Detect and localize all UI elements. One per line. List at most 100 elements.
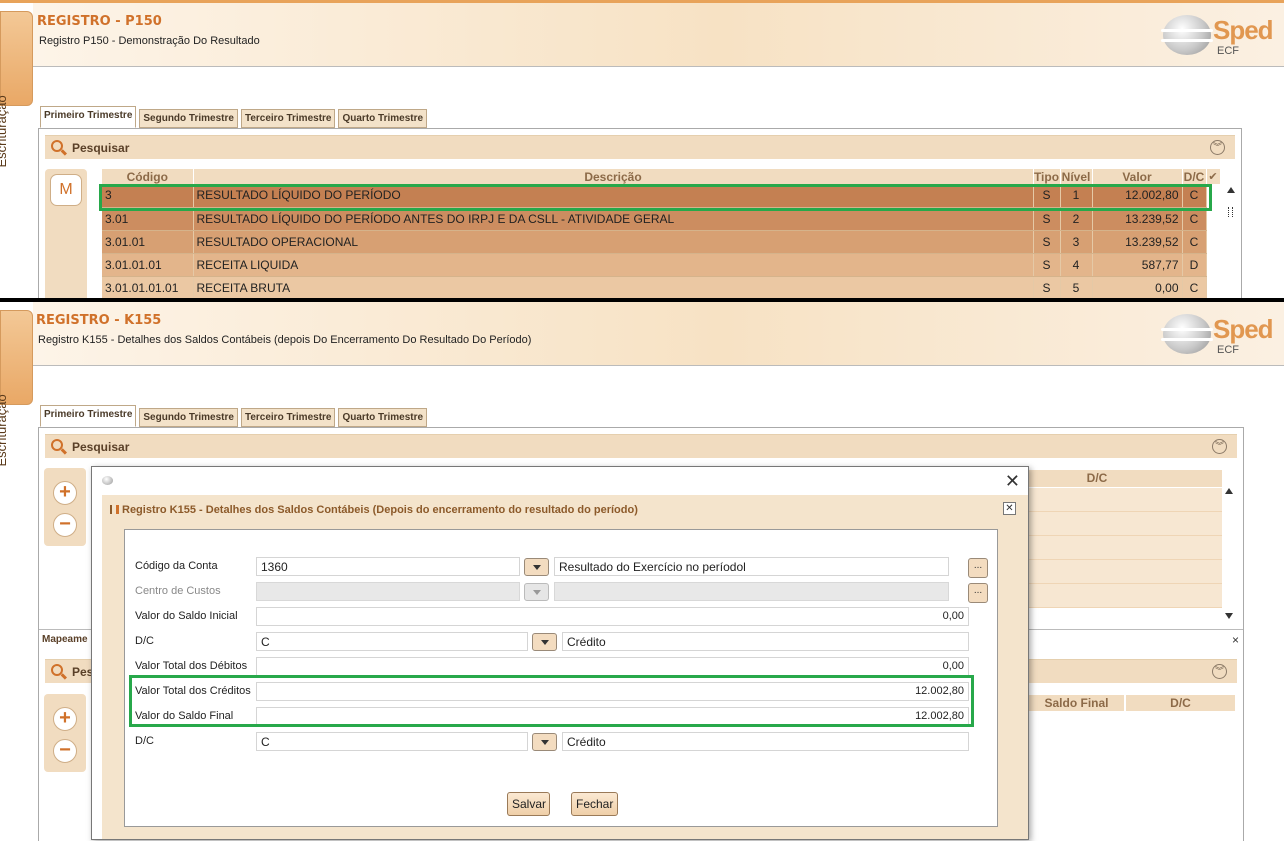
scroll-gutter [1206, 253, 1220, 276]
search-bar[interactable]: Pesquisar ︾ [45, 135, 1235, 159]
col-tipo[interactable]: Tipo [1033, 169, 1061, 184]
sped-globe-icon [1161, 314, 1213, 354]
codigo-conta-lookup-button[interactable]: ... [968, 558, 988, 578]
sped-logo: Sped ECF [1161, 11, 1274, 63]
centro-custos-lookup-button[interactable]: ... [968, 583, 988, 603]
col-dc[interactable]: D/C [1182, 169, 1207, 184]
cell-nivel: 2 [1060, 207, 1093, 231]
total-debitos-input[interactable]: 0,00 [256, 657, 969, 676]
add-icon[interactable]: + [53, 481, 77, 505]
k155-form: Código da Conta 1360 Resultado do Exercí… [124, 529, 998, 827]
m-button[interactable]: M [50, 174, 82, 206]
cell-dc: D [1182, 253, 1207, 277]
scroll-down-icon[interactable] [1225, 613, 1233, 619]
k155-panel: Escrituração REGISTRO - K155 Registro K1… [0, 300, 1284, 841]
centro-custos-input[interactable] [256, 582, 520, 601]
tab-segundo-trimestre[interactable]: Segundo Trimestre [139, 109, 238, 128]
close-icon[interactable]: ✕ [1005, 471, 1020, 492]
tab-quarto-trimestre[interactable]: Quarto Trimestre [338, 408, 428, 427]
logo-word: Sped [1213, 314, 1274, 344]
cell-dc: C [1182, 184, 1207, 208]
dc-final-select[interactable]: C [256, 732, 528, 751]
cell-descricao: RECEITA BRUTA [193, 276, 1034, 298]
chevron-down-icon[interactable]: ︾ [1212, 439, 1227, 454]
search-bar[interactable]: Pesquisar ︾ [45, 434, 1237, 458]
grid-rows-area [1029, 488, 1222, 608]
close-icon[interactable]: ✕ [1003, 502, 1016, 515]
saldo-final-label: Valor do Saldo Final [135, 710, 234, 722]
dc-inicial-dropdown-button[interactable] [532, 633, 557, 651]
chevron-down-icon[interactable]: ︾ [1212, 664, 1227, 679]
scroll-up-icon[interactable] [1227, 187, 1235, 193]
quarter-tabs: Primeiro Trimestre Segundo Trimestre Ter… [40, 106, 430, 128]
cell-nivel: 3 [1060, 230, 1093, 254]
table-row[interactable]: 3.01 RESULTADO LÍQUIDO DO PERÍODO ANTES … [102, 207, 1220, 231]
dc-final-dropdown-button[interactable] [532, 733, 557, 751]
close-icon[interactable]: × [1232, 633, 1239, 647]
table-scrollbar[interactable] [1224, 486, 1234, 621]
grid-toolbar: M [45, 169, 87, 298]
cell-nivel: 4 [1060, 253, 1093, 277]
side-tab-label: Escrituração [0, 394, 9, 467]
page-subtitle: Registro K155 - Detalhes dos Saldos Cont… [38, 334, 532, 346]
col-nivel[interactable]: Nível [1060, 169, 1093, 184]
tab-quarto-trimestre[interactable]: Quarto Trimestre [338, 109, 428, 128]
content-area: Pesquisar ︾ M Código Descrição Tipo Níve… [38, 128, 1242, 298]
save-button[interactable]: Salvar [507, 792, 550, 816]
col-dc[interactable]: D/C [1126, 695, 1235, 711]
codigo-conta-dropdown-button[interactable] [524, 558, 549, 576]
table-row[interactable]: 3.01.01 RESULTADO OPERACIONAL S 3 13.239… [102, 230, 1220, 254]
codigo-conta-input[interactable]: 1360 [256, 557, 520, 576]
col-codigo[interactable]: Código [102, 169, 194, 184]
dialog-title-bar[interactable]: ✕ [92, 467, 1028, 495]
cell-nivel: 1 [1060, 184, 1093, 208]
tab-terceiro-trimestre[interactable]: Terceiro Trimestre [240, 408, 336, 427]
search-icon [51, 439, 63, 451]
dc-inicial-select[interactable]: C [256, 632, 528, 651]
col-saldo-final[interactable]: Saldo Final [1029, 695, 1124, 711]
codigo-conta-label: Código da Conta [135, 560, 218, 572]
search-label: Pesquisar [72, 141, 130, 155]
tab-primeiro-trimestre[interactable]: Primeiro Trimestre [40, 405, 137, 427]
dialog-body: Registro K155 - Detalhes dos Saldos Cont… [102, 495, 1028, 839]
table-row[interactable]: 3.01.01.01.01 RECEITA BRUTA S 5 0,00 C [102, 276, 1220, 298]
centro-custos-description [554, 582, 949, 601]
saldo-inicial-input[interactable]: 0,00 [256, 607, 969, 626]
add-icon[interactable]: + [53, 707, 77, 731]
cell-codigo: 3.01.01 [102, 230, 194, 254]
col-valor[interactable]: Valor [1092, 169, 1183, 184]
dc-inicial-label: D/C [135, 635, 154, 647]
side-tab-label: Escrituração [0, 95, 9, 168]
tab-segundo-trimestre[interactable]: Segundo Trimestre [139, 408, 238, 427]
cell-dc: C [1182, 276, 1207, 298]
total-creditos-input[interactable]: 12.002,80 [256, 682, 969, 701]
logo-word: Sped [1213, 15, 1274, 45]
cell-codigo: 3 [102, 184, 194, 208]
tab-primeiro-trimestre[interactable]: Primeiro Trimestre [40, 106, 137, 128]
chevron-down-icon[interactable]: ︾ [1210, 140, 1225, 155]
table-row[interactable]: 3.01.01.01 RECEITA LIQUIDA S 4 587,77 D [102, 253, 1220, 277]
page-header: REGISTRO - P150 Registro P150 - Demonstr… [33, 3, 1284, 67]
cell-valor: 13.239,52 [1092, 207, 1183, 231]
scroll-gutter [1206, 276, 1220, 298]
centro-custos-dropdown-button[interactable] [524, 583, 549, 601]
scroll-gutter [1206, 230, 1220, 253]
scroll-grip[interactable] [1228, 207, 1233, 217]
escrituracao-side-tab[interactable]: Escrituração [0, 11, 33, 167]
tab-terceiro-trimestre[interactable]: Terceiro Trimestre [240, 109, 336, 128]
scroll-up-icon[interactable] [1225, 488, 1233, 494]
saldo-final-input[interactable]: 12.002,80 [256, 707, 969, 726]
cell-tipo: S [1033, 184, 1061, 208]
close-button[interactable]: Fechar [571, 792, 618, 816]
logo-sub: ECF [1217, 45, 1239, 57]
saldo-inicial-label: Valor do Saldo Inicial [135, 610, 238, 622]
escrituracao-side-tab[interactable]: Escrituração [0, 310, 33, 466]
remove-icon[interactable]: − [53, 739, 77, 763]
page-subtitle: Registro P150 - Demonstração Do Resultad… [39, 35, 260, 47]
table-row[interactable]: 3 RESULTADO LÍQUIDO DO PERÍODO S 1 12.00… [102, 184, 1220, 208]
col-descricao[interactable]: Descrição [193, 169, 1034, 184]
remove-icon[interactable]: − [53, 513, 77, 537]
dc-inicial-description: Crédito [562, 632, 969, 651]
table-scrollbar[interactable] [1226, 185, 1236, 298]
p150-panel: Escrituração REGISTRO - P150 Registro P1… [0, 0, 1284, 300]
